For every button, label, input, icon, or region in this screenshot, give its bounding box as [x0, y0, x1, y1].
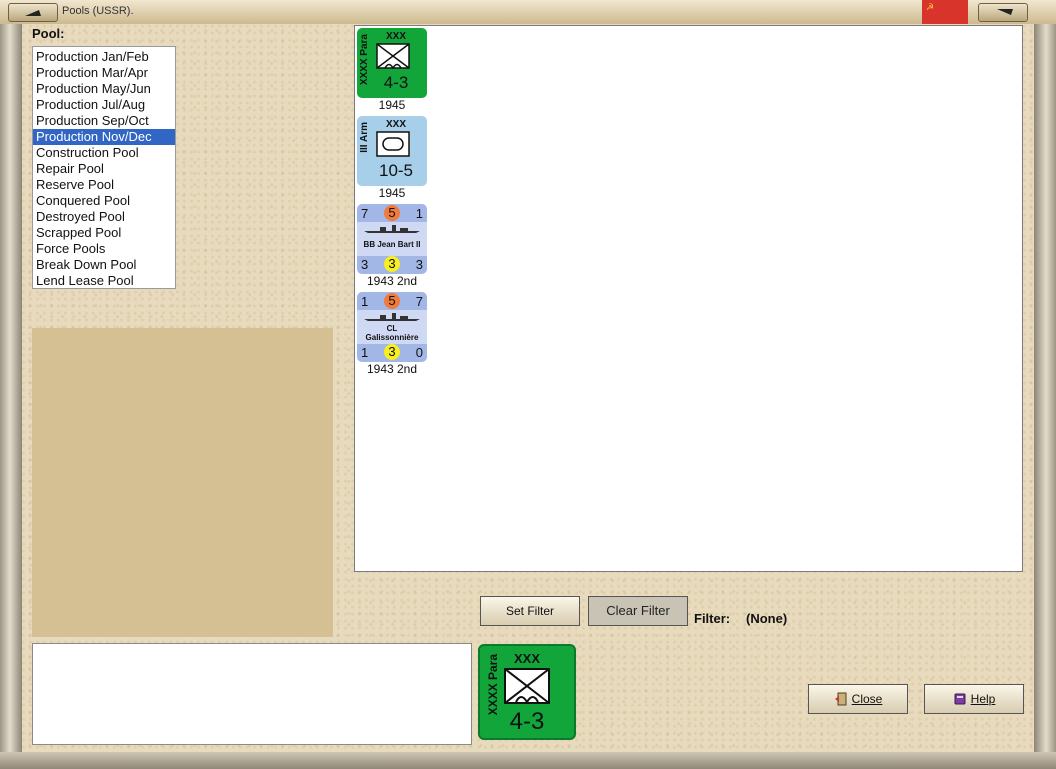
unit-entry[interactable]: 1 5 7 CL Galissonnière 1 3 0 1943 2nd: [357, 292, 427, 376]
unit-entry[interactable]: XXXX Para XXX 4-3 1945: [357, 28, 427, 112]
window-frame-right: [1034, 24, 1056, 769]
unit-strength: 4-3: [383, 73, 409, 92]
ship-top-left: 1: [361, 294, 369, 309]
unit-description-box: [32, 643, 472, 745]
unit-entry[interactable]: 7 5 1 BB Jean Bart II 3 3 3 1943 2nd: [357, 204, 427, 288]
ship-bottom-left: 1: [361, 345, 369, 360]
ship-name: CL Galissonnière: [357, 324, 427, 342]
ship-silhouette-icon: [364, 225, 420, 233]
para-infantry-symbol-icon: [504, 668, 550, 704]
filter-label: Filter:: [694, 611, 731, 626]
pool-label: Pool:: [32, 26, 65, 41]
ship-bottom-row: 333: [357, 256, 427, 274]
restore-arrow-icon: [997, 9, 1013, 15]
pool-list-item[interactable]: Production Jan/Feb: [33, 49, 175, 65]
window-frame-bottom: [0, 752, 1056, 769]
ship-bottom-mid: 3: [384, 344, 400, 360]
pool-list-item[interactable]: Force Pools: [33, 241, 175, 257]
window-frame-left: [0, 24, 22, 769]
ship-name-line: Galissonnière: [365, 333, 419, 342]
pool-list-item[interactable]: Construction Pool: [33, 145, 175, 161]
ship-band: CL Galissonnière: [357, 310, 427, 344]
pool-list-item[interactable]: Production Jul/Aug: [33, 97, 175, 113]
selected-unit-side: XXXX Para: [486, 654, 500, 716]
pool-list-item[interactable]: Production Sep/Oct: [33, 113, 175, 129]
pool-list-item[interactable]: Conquered Pool: [33, 193, 175, 209]
ship-top-mid: 5: [384, 293, 400, 309]
help-book-icon: [954, 693, 966, 705]
ship-counter[interactable]: 1 5 7 CL Galissonnière 1 3 0: [357, 292, 427, 362]
unit-size: XXX: [385, 119, 406, 130]
ship-bottom-right: 3: [415, 257, 423, 272]
selected-unit-size: XXX: [513, 651, 540, 666]
close-button[interactable]: Close: [808, 684, 908, 714]
unit-year: 1943 2nd: [366, 362, 418, 376]
pool-list-item[interactable]: Scrapped Pool: [33, 225, 175, 241]
unit-year: 1945: [378, 186, 406, 200]
ship-silhouette-icon: [364, 313, 420, 321]
selected-unit-strength: 4-3: [509, 708, 545, 735]
help-button[interactable]: Help: [924, 684, 1024, 714]
ship-bottom-row: 130: [357, 344, 427, 362]
ship-band: BB Jean Bart II: [357, 222, 427, 256]
unit-counter[interactable]: III Arm XXX 10-5: [357, 116, 427, 186]
ship-bottom-right: 0: [415, 345, 423, 360]
help-button-label: Help: [970, 692, 996, 706]
pool-list-item[interactable]: Reserve Pool: [33, 177, 175, 193]
ship-bottom-mid: 3: [384, 256, 400, 272]
unit-info-panel: [32, 328, 333, 637]
close-button-label: Close: [851, 692, 883, 706]
ship-bottom-left: 3: [361, 257, 369, 272]
unit-entry[interactable]: III Arm XXX 10-5 1945: [357, 116, 427, 200]
pool-list-item[interactable]: Production Nov/Dec: [33, 129, 175, 145]
ussr-flag-icon: ☭: [922, 0, 968, 24]
ship-top-row: 751: [357, 205, 427, 223]
ship-top-right: 1: [415, 206, 423, 221]
unit-strength: 10-5: [378, 161, 414, 180]
unit-year: 1943 2nd: [366, 274, 418, 288]
ship-name-line: CL: [386, 324, 398, 333]
pool-list-item[interactable]: Destroyed Pool: [33, 209, 175, 225]
unit-counter[interactable]: XXXX Para XXX 4-3: [357, 28, 427, 98]
title-bar[interactable]: Pools (USSR). ☭: [0, 0, 1056, 25]
unit-year: 1945: [378, 98, 406, 112]
ship-top-row: 157: [357, 293, 427, 311]
unit-size: XXX: [385, 31, 406, 42]
pool-list-item[interactable]: Repair Pool: [33, 161, 175, 177]
minimize-button[interactable]: [978, 3, 1028, 22]
pool-listbox[interactable]: Production Jan/Feb Production Mar/Apr Prod…: [32, 46, 176, 289]
ship-counter[interactable]: 7 5 1 BB Jean Bart II 3 3 3: [357, 204, 427, 274]
pool-list-item[interactable]: Break Down Pool: [33, 257, 175, 273]
minimize-arrow-icon: [25, 10, 41, 16]
pool-list-item[interactable]: Lend Lease Pool: [33, 273, 175, 289]
window-title: Pools (USSR).: [62, 5, 134, 17]
pool-units-panel[interactable]: XXXX Para XXX 4-3 1945 III Arm XXX 10-5 1945 7 5 1…: [354, 25, 1023, 572]
armor-symbol-icon: [376, 131, 410, 157]
ship-top-right: 7: [415, 294, 423, 309]
ship-top-mid: 5: [384, 205, 400, 221]
ship-top-left: 7: [361, 206, 369, 221]
pool-list-item[interactable]: Production May/Jun: [33, 81, 175, 97]
filter-value: (None): [746, 611, 788, 626]
system-menu-button[interactable]: [8, 3, 58, 22]
exit-door-icon: [834, 692, 847, 706]
pool-list-item[interactable]: Production Mar/Apr: [33, 65, 175, 81]
selected-unit-counter: XXXX Para XXX 4-3: [478, 644, 576, 740]
ship-name-line: BB Jean Bart II: [363, 240, 421, 249]
ship-name: BB Jean Bart II: [357, 240, 427, 249]
set-filter-button[interactable]: Set Filter: [480, 596, 580, 626]
para-infantry-symbol-icon: [376, 43, 410, 69]
clear-filter-button[interactable]: Clear Filter: [588, 596, 688, 626]
